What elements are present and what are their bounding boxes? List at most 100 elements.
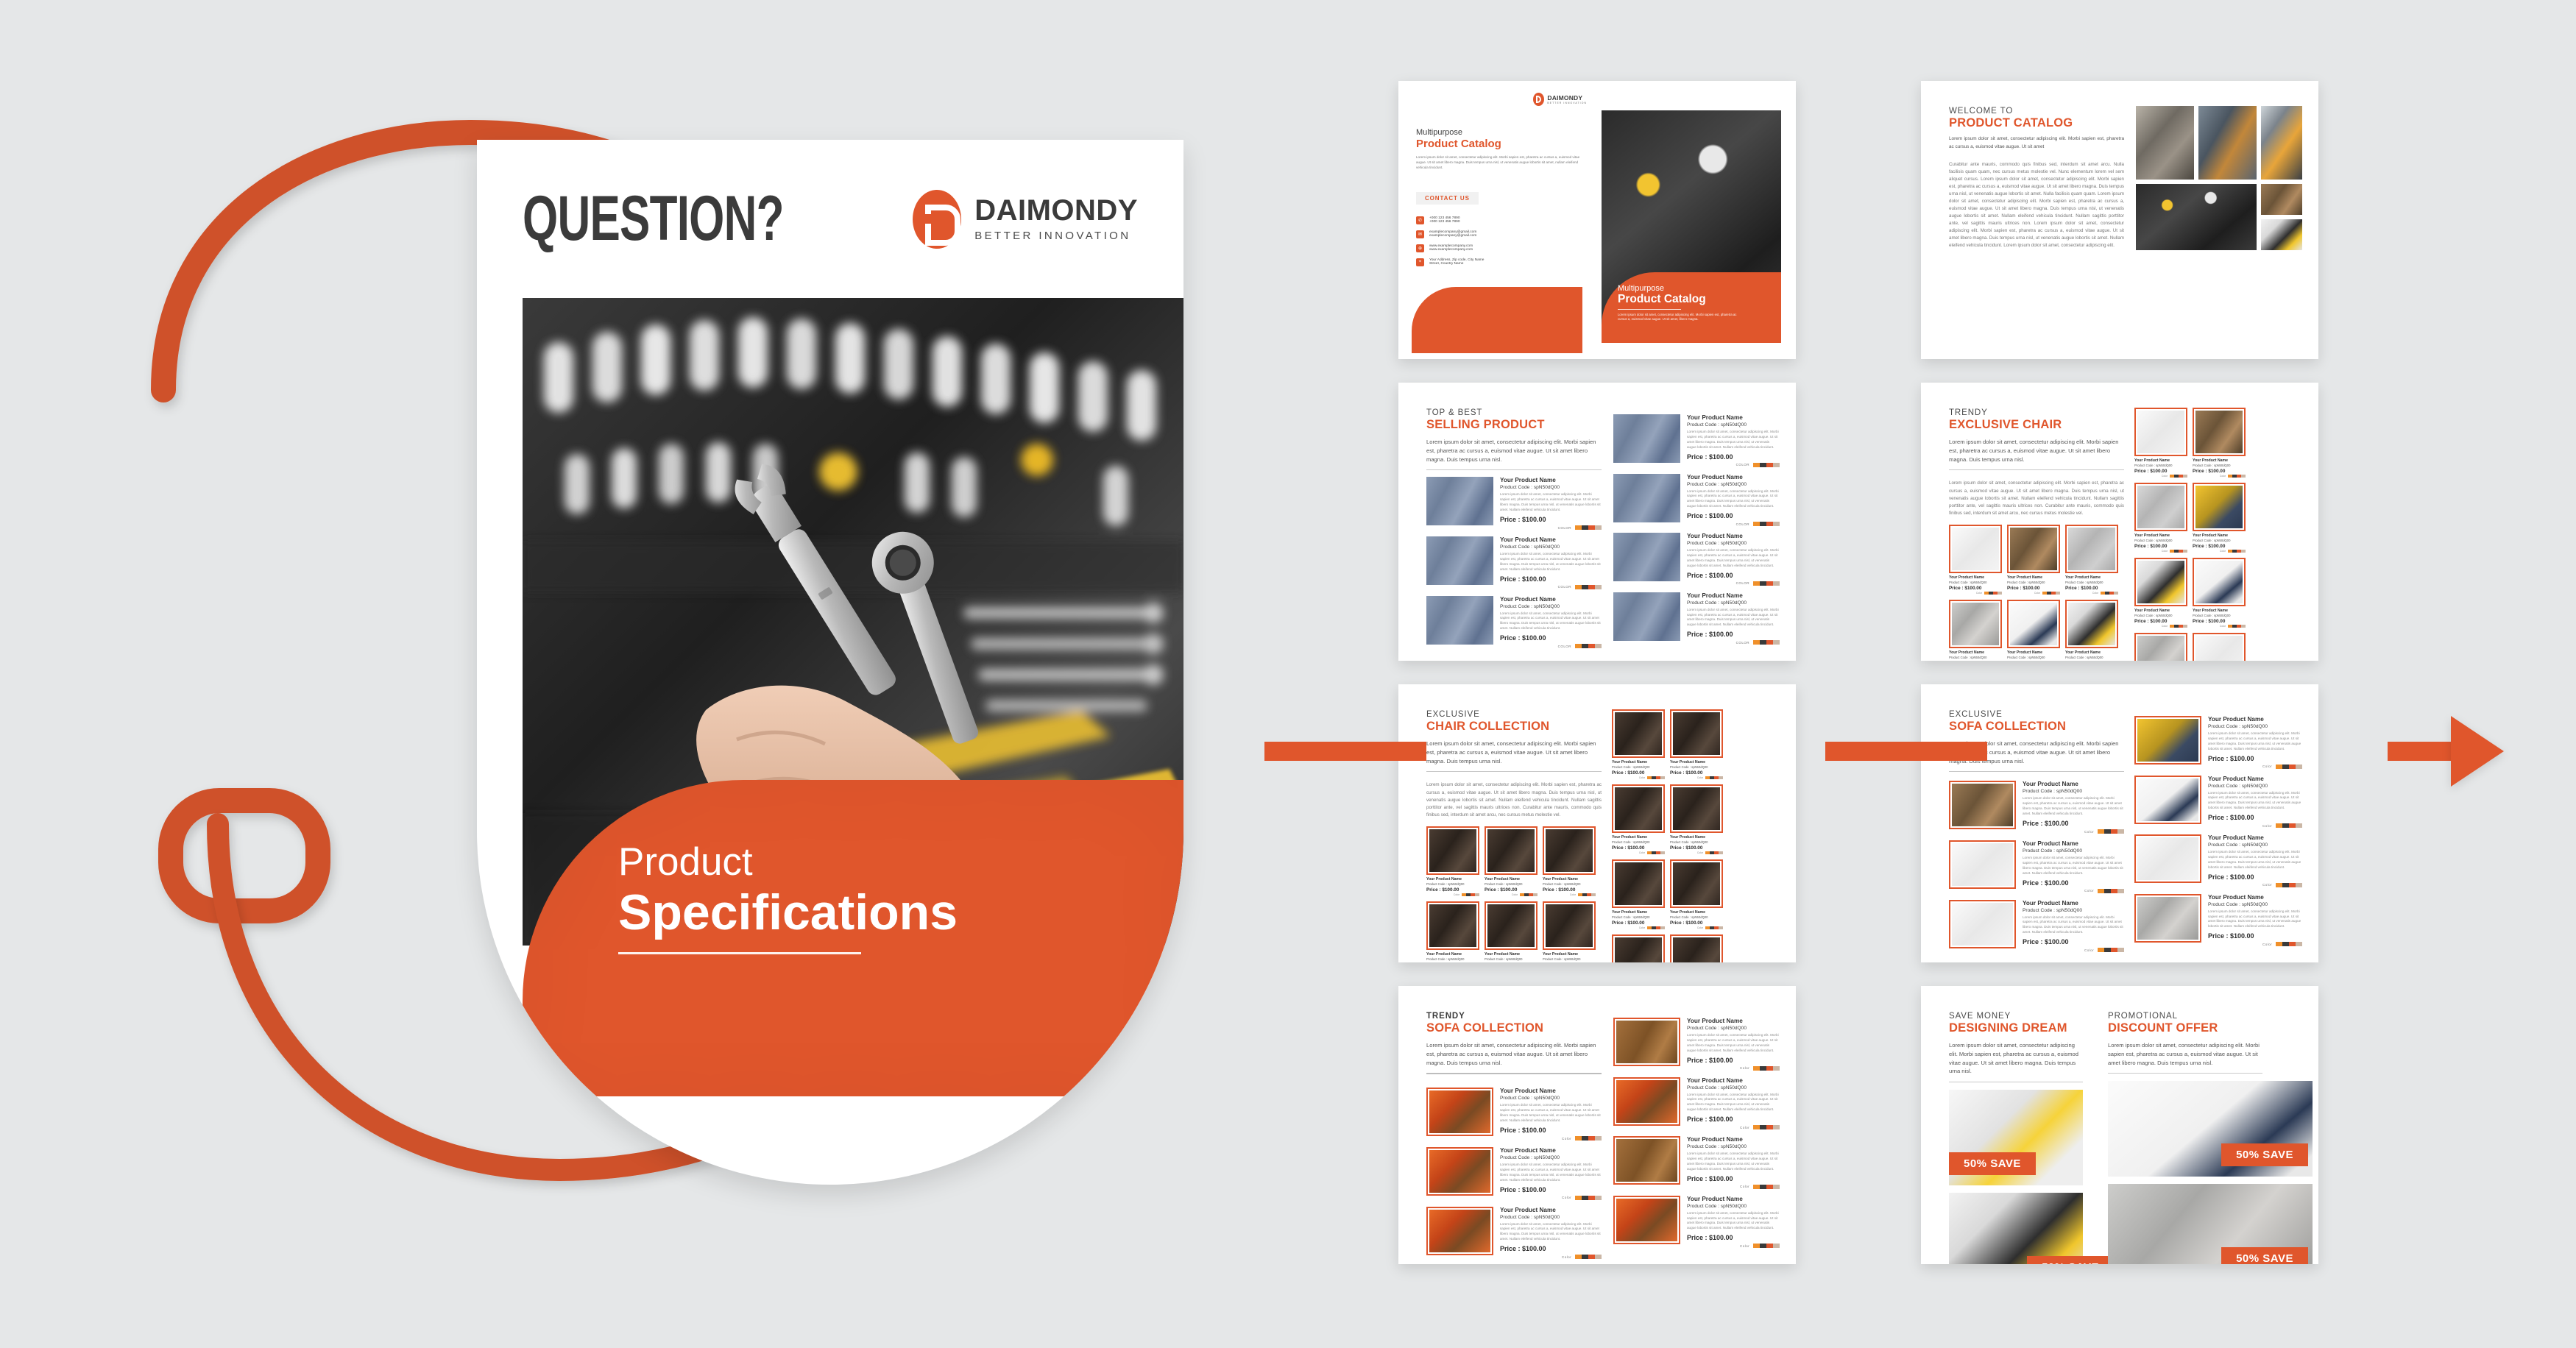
color-swatch[interactable]	[1575, 525, 1582, 531]
color-swatch[interactable]	[1582, 584, 1588, 589]
color-swatch[interactable]	[1760, 462, 1766, 467]
color-swatch[interactable]	[1773, 1244, 1780, 1249]
product-card[interactable]: Your Product Name Product Code : spN50dQ…	[1670, 709, 1723, 779]
product-row[interactable]: Your Product Name Product Code : spN50dQ…	[2134, 834, 2302, 887]
product-card[interactable]: Your Product Name Product Code : spN50dQ…	[1485, 826, 1538, 896]
product-row[interactable]: Your Product Name Product Code : spN50dQ…	[2134, 775, 2302, 829]
product-card[interactable]: Your Product Name Product Code : spN50dQ…	[2134, 558, 2187, 628]
page-thumb-discount[interactable]: SAVE MONEY DESIGNING DREAM Lorem ipsum d…	[1921, 986, 2318, 1264]
color-swatch[interactable]	[2111, 948, 2117, 953]
color-swatch[interactable]	[1595, 584, 1602, 589]
color-swatch[interactable]	[1766, 640, 1773, 645]
product-card[interactable]: Your Product Name Product Code : spN50dQ…	[2193, 483, 2246, 553]
color-swatch[interactable]	[2104, 888, 2111, 893]
color-swatch[interactable]	[1475, 893, 1479, 896]
product-card[interactable]: Your Product Name Product Code : spN50dQ…	[1670, 934, 1723, 962]
color-swatch[interactable]	[1575, 1255, 1582, 1260]
color-swatch[interactable]	[1588, 1195, 1595, 1200]
color-swatch[interactable]	[1760, 1125, 1766, 1130]
color-swatch[interactable]	[1766, 522, 1773, 527]
product-row[interactable]: Your Product Name Product Code : spN50dQ…	[1613, 1136, 1780, 1189]
color-swatch[interactable]	[1773, 1065, 1780, 1071]
product-row[interactable]: Your Product Name Product Code : spN50dQ…	[1613, 592, 1780, 645]
product-row[interactable]: Your Product Name Product Code : spN50dQ…	[2134, 893, 2302, 947]
color-swatch[interactable]	[2276, 942, 2282, 947]
color-swatch[interactable]	[1766, 1244, 1773, 1249]
product-card[interactable]: Your Product Name Product Code : spN50dQ…	[1612, 934, 1665, 962]
product-card[interactable]: Your Product Name Product Code : spN50dQ…	[2065, 524, 2118, 595]
color-swatch[interactable]	[1766, 462, 1773, 467]
product-row[interactable]: Your Product Name Product Code : spN50dQ…	[1613, 1195, 1780, 1249]
color-swatch[interactable]	[1753, 1244, 1760, 1249]
product-row[interactable]: Your Product Name Product Code : spN50dQ…	[1613, 473, 1780, 527]
color-swatch[interactable]	[2114, 591, 2118, 595]
color-swatch[interactable]	[2117, 948, 2124, 953]
color-swatch[interactable]	[2241, 550, 2246, 553]
color-swatch[interactable]	[2098, 948, 2104, 953]
color-swatch[interactable]	[1753, 1125, 1760, 1130]
color-swatch[interactable]	[2117, 829, 2124, 834]
product-card[interactable]: Your Product Name Product Code : spN50dQ…	[2007, 524, 2060, 595]
color-swatch[interactable]	[2282, 942, 2289, 947]
color-swatch[interactable]	[2183, 625, 2187, 628]
color-swatch[interactable]	[1588, 644, 1595, 649]
product-card[interactable]: Your Product Name Product Code : spN50dQ…	[2065, 599, 2118, 661]
color-swatch[interactable]	[1595, 1136, 1602, 1141]
color-swatch[interactable]	[1753, 1065, 1760, 1071]
color-swatch[interactable]	[2296, 764, 2302, 769]
color-swatch[interactable]	[2276, 882, 2282, 887]
color-swatch[interactable]	[1660, 776, 1665, 779]
color-swatch[interactable]	[2241, 625, 2246, 628]
color-swatch[interactable]	[1575, 584, 1582, 589]
color-swatch[interactable]	[1760, 1184, 1766, 1189]
product-row[interactable]: Your Product Name Product Code : spN50dQ…	[1426, 1088, 1602, 1141]
product-row[interactable]: Your Product Name Product Code : spN50dQ…	[1426, 595, 1602, 649]
color-swatch[interactable]	[2183, 550, 2187, 553]
color-swatch[interactable]	[1582, 644, 1588, 649]
color-swatch[interactable]	[1760, 522, 1766, 527]
color-swatch[interactable]	[1760, 1244, 1766, 1249]
product-row[interactable]: Your Product Name Product Code : spN50dQ…	[1426, 1206, 1602, 1260]
product-card[interactable]: Your Product Name Product Code : spN50dQ…	[2007, 599, 2060, 661]
product-card[interactable]: Your Product Name Product Code : spN50dQ…	[1426, 901, 1479, 962]
product-card[interactable]: Your Product Name Product Code : spN50dQ…	[1612, 784, 1665, 854]
color-swatch[interactable]	[1533, 893, 1538, 896]
product-card[interactable]: Your Product Name Product Code : spN50dQ…	[1485, 901, 1538, 962]
color-swatch[interactable]	[1998, 591, 2002, 595]
color-swatch[interactable]	[1595, 644, 1602, 649]
color-swatch[interactable]	[1595, 525, 1602, 531]
color-swatch[interactable]	[1766, 1125, 1773, 1130]
product-row[interactable]: Your Product Name Product Code : spN50dQ…	[1426, 477, 1602, 531]
color-swatch[interactable]	[1588, 525, 1595, 531]
page-thumb-trendy-sofa[interactable]: TRENDY SOFA COLLECTION Lorem ipsum dolor…	[1398, 986, 1796, 1264]
color-swatch[interactable]	[1766, 581, 1773, 586]
product-row[interactable]: Your Product Name Product Code : spN50dQ…	[1613, 414, 1780, 467]
product-card[interactable]: Your Product Name Product Code : spN50dQ…	[1670, 784, 1723, 854]
product-card[interactable]: Your Product Name Product Code : spN50dQ…	[2193, 408, 2246, 478]
color-swatch[interactable]	[2056, 591, 2060, 595]
color-swatch[interactable]	[1595, 1195, 1602, 1200]
color-swatch[interactable]	[1575, 1195, 1582, 1200]
page-thumb-exclusive-chair[interactable]: TRENDY EXCLUSIVE CHAIR Lorem ipsum dolor…	[1921, 383, 2318, 661]
color-swatch[interactable]	[1773, 581, 1780, 586]
product-row[interactable]: Your Product Name Product Code : spN50dQ…	[1613, 1018, 1780, 1071]
color-swatch[interactable]	[1760, 640, 1766, 645]
color-swatch[interactable]	[1582, 1136, 1588, 1141]
contact-us-button[interactable]: CONTACT US	[1416, 192, 1479, 205]
product-card[interactable]: Your Product Name Product Code : spN50dQ…	[1949, 599, 2002, 661]
color-swatch[interactable]	[1760, 1065, 1766, 1071]
product-card[interactable]: Your Product Name Product Code : spN50dQ…	[1543, 901, 1596, 962]
page-thumb-sofa-collection[interactable]: EXCLUSIVE SOFA COLLECTION Lorem ipsum do…	[1921, 684, 2318, 962]
color-swatch[interactable]	[2282, 823, 2289, 829]
color-swatch[interactable]	[2289, 942, 2296, 947]
product-card[interactable]: Your Product Name Product Code : spN50dQ…	[1543, 826, 1596, 896]
color-swatch[interactable]	[2104, 829, 2111, 834]
color-swatch[interactable]	[2183, 475, 2187, 478]
product-card[interactable]: Your Product Name Product Code : spN50dQ…	[2134, 408, 2187, 478]
color-swatch[interactable]	[1575, 1136, 1582, 1141]
color-swatch[interactable]	[1773, 1184, 1780, 1189]
color-swatch[interactable]	[2276, 823, 2282, 829]
color-swatch[interactable]	[2289, 882, 2296, 887]
color-swatch[interactable]	[1582, 1255, 1588, 1260]
product-card[interactable]: Your Product Name Product Code : spN50dQ…	[2134, 483, 2187, 553]
